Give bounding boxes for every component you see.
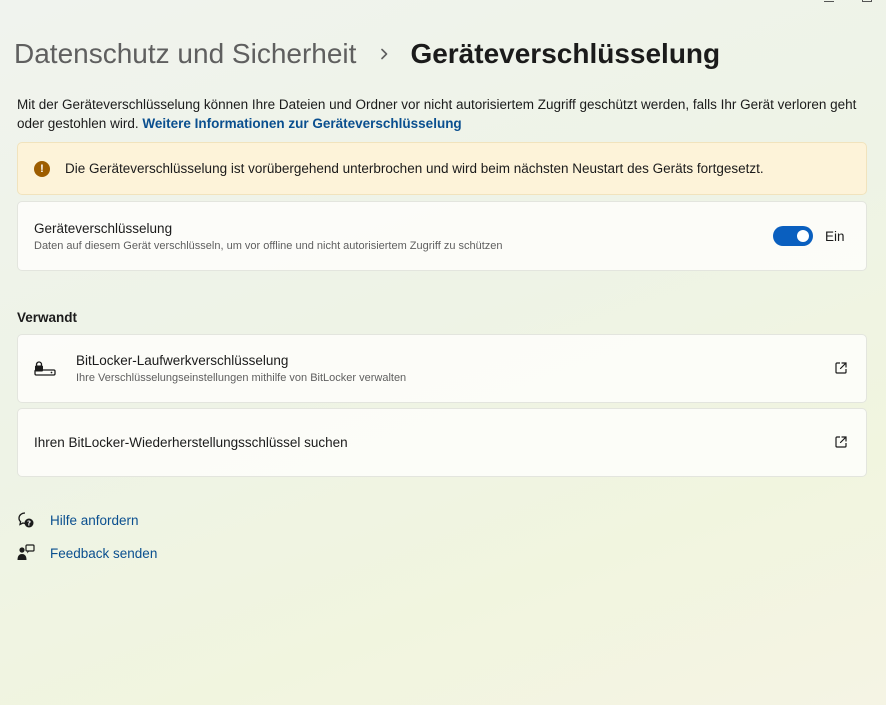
- intro-text: Mit der Geräteverschlüsselung können Ihr…: [17, 95, 877, 133]
- drive-lock-icon: [34, 359, 60, 379]
- device-encryption-subtitle: Daten auf diesem Gerät verschlüsseln, um…: [34, 239, 503, 252]
- get-help-row: ? Hilfe anfordern: [17, 511, 139, 529]
- device-encryption-card: Geräteverschlüsselung Daten auf diesem G…: [17, 201, 867, 271]
- chevron-right-icon: [370, 40, 398, 68]
- recovery-key-title: Ihren BitLocker-Wiederherstellungsschlüs…: [34, 435, 348, 450]
- device-encryption-title: Geräteverschlüsselung: [34, 220, 173, 236]
- window-controls: [824, 0, 872, 2]
- minimize-icon[interactable]: [824, 0, 834, 2]
- help-icon: ?: [17, 511, 35, 529]
- feedback-row: Feedback senden: [17, 544, 157, 562]
- feedback-icon: [17, 544, 35, 562]
- bitlocker-drive-encryption-link[interactable]: BitLocker-Laufwerkverschlüsselung Ihre V…: [17, 334, 867, 403]
- open-external-icon: [834, 361, 850, 377]
- send-feedback-link[interactable]: Feedback senden: [50, 546, 157, 561]
- get-help-link[interactable]: Hilfe anfordern: [50, 513, 139, 528]
- learn-more-link[interactable]: Weitere Informationen zur Geräteverschlü…: [142, 116, 461, 131]
- open-external-icon: [834, 435, 850, 451]
- warning-banner: ! Die Geräteverschlüsselung ist vorüberg…: [17, 142, 867, 195]
- svg-text:?: ?: [27, 520, 31, 528]
- maximize-icon[interactable]: [862, 0, 872, 2]
- warning-text: Die Geräteverschlüsselung ist vorübergeh…: [65, 161, 764, 176]
- breadcrumb: Datenschutz und Sicherheit Geräteverschl…: [14, 38, 720, 70]
- breadcrumb-parent[interactable]: Datenschutz und Sicherheit: [14, 38, 356, 70]
- page-title: Geräteverschlüsselung: [410, 38, 721, 69]
- find-recovery-key-link[interactable]: Ihren BitLocker-Wiederherstellungsschlüs…: [17, 408, 867, 477]
- bitlocker-subtitle: Ihre Verschlüsselungseinstellungen mithi…: [76, 372, 407, 384]
- bitlocker-title: BitLocker-Laufwerkverschlüsselung: [76, 353, 289, 368]
- toggle-state-label: Ein: [825, 228, 845, 244]
- device-encryption-toggle[interactable]: [773, 226, 813, 246]
- warning-icon: !: [34, 160, 50, 177]
- related-heading: Verwandt: [17, 310, 78, 325]
